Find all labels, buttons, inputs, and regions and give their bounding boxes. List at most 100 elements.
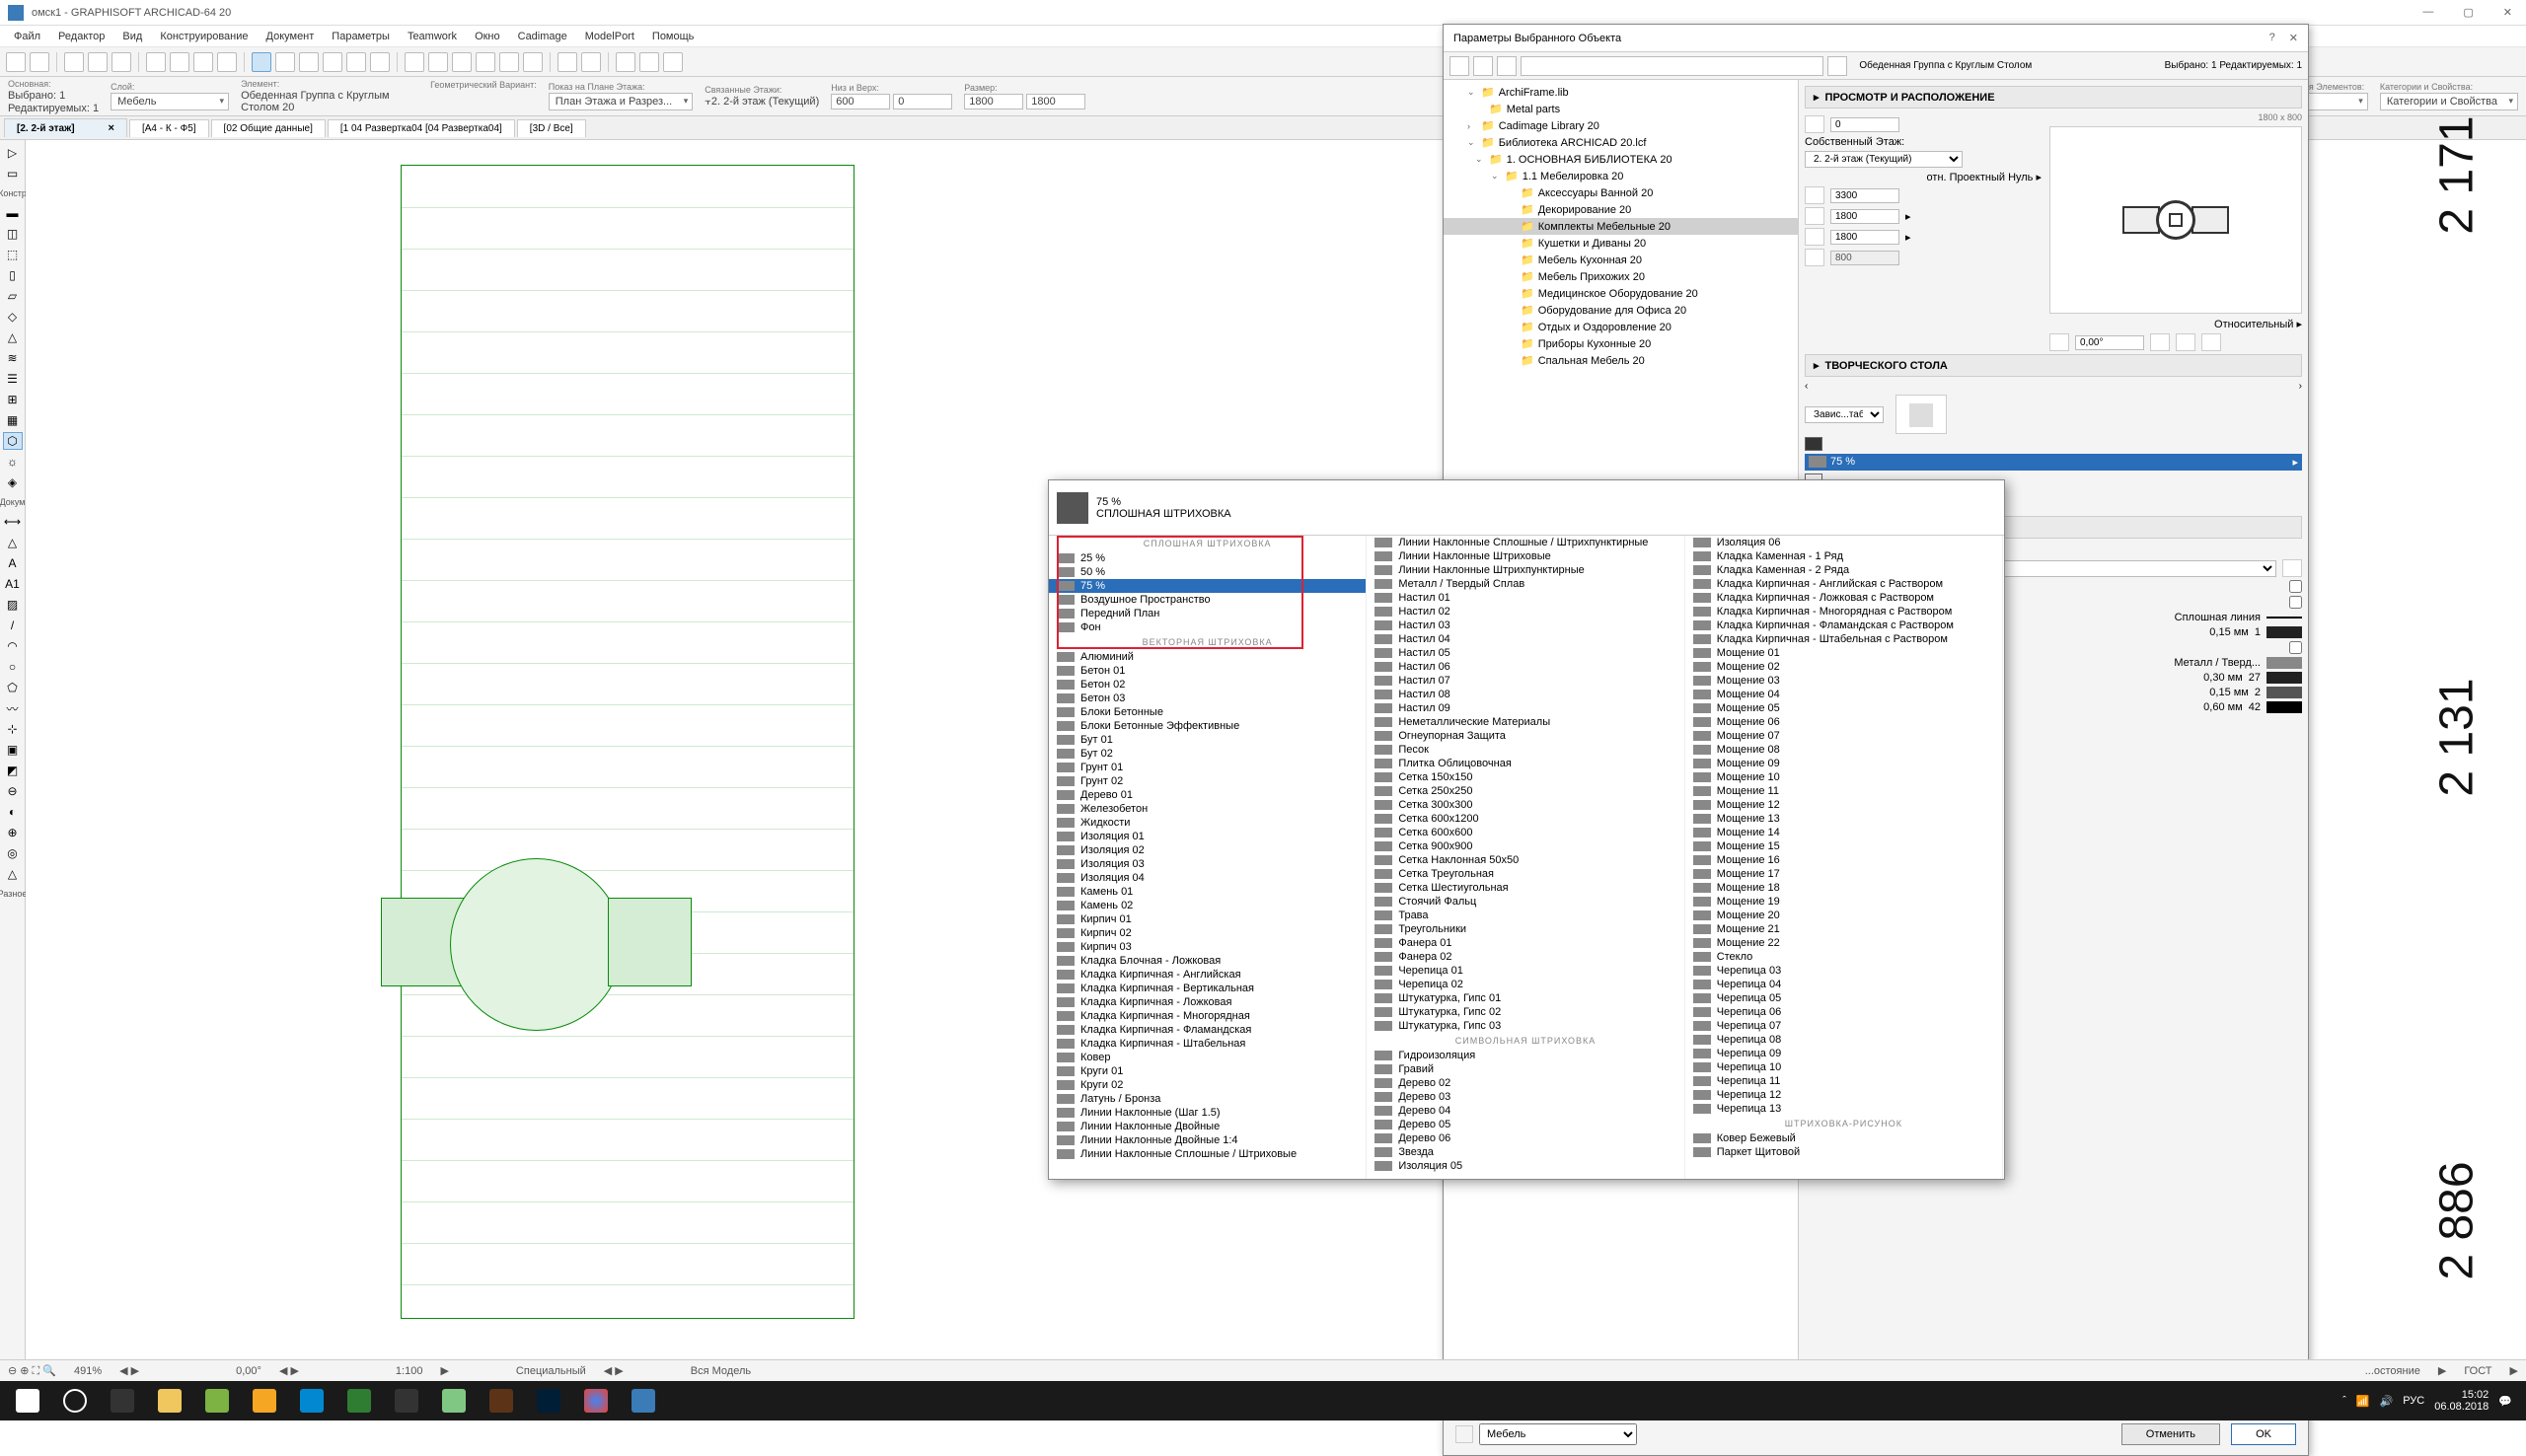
- hatch-sw1[interactable]: [1805, 437, 1822, 451]
- tool-b5[interactable]: [370, 52, 390, 72]
- hatch-item[interactable]: Мощение 17: [1685, 867, 2002, 881]
- hatch-item[interactable]: Изоляция 03: [1049, 857, 1366, 871]
- tool-elev[interactable]: ◐: [3, 803, 23, 821]
- hatch-item[interactable]: Мощение 13: [1685, 812, 2002, 826]
- prop-icon-xy[interactable]: [1805, 115, 1824, 133]
- hatch-item[interactable]: Дерево 02: [1367, 1076, 1683, 1090]
- tool-fill[interactable]: ▨: [3, 596, 23, 614]
- hatch-item[interactable]: Треугольники: [1367, 922, 1683, 936]
- prop-z[interactable]: [1830, 117, 1899, 132]
- tool-slab[interactable]: ◇: [3, 308, 23, 326]
- dialog-help[interactable]: ?: [2269, 32, 2275, 44]
- tool-beam[interactable]: ▱: [3, 287, 23, 305]
- hatch-item[interactable]: Настил 04: [1367, 632, 1683, 646]
- hatch-item[interactable]: Черепица 08: [1685, 1033, 2002, 1047]
- hatch-item[interactable]: Сетка 600x1200: [1367, 812, 1683, 826]
- hatch-item[interactable]: Черепица 04: [1685, 978, 2002, 991]
- hatch-item[interactable]: Камень 01: [1049, 885, 1366, 899]
- chk3[interactable]: [2289, 641, 2302, 654]
- hatch-item[interactable]: Паркет Щитовой: [1685, 1145, 2002, 1159]
- menu-Вид[interactable]: Вид: [114, 29, 150, 44]
- maximize-button[interactable]: ▢: [2457, 4, 2479, 21]
- hatch-item[interactable]: Кладка Кирпичная - Английская: [1049, 968, 1366, 982]
- task-app2[interactable]: [243, 1384, 286, 1418]
- tool-e3[interactable]: [663, 52, 683, 72]
- hatch-item[interactable]: Кладка Кирпичная - Вертикальная: [1049, 982, 1366, 995]
- hatch-item[interactable]: Кладка Блочная - Ложковая: [1049, 954, 1366, 968]
- hatch-item[interactable]: Сетка 150x150: [1367, 770, 1683, 784]
- tool-line[interactable]: /: [3, 617, 23, 634]
- hatch-item[interactable]: Мощение 09: [1685, 757, 2002, 770]
- doc-tab[interactable]: [3D / Все]: [517, 119, 586, 137]
- hatch-item[interactable]: Стоячий Фальц: [1367, 895, 1683, 909]
- hatch-item[interactable]: Мощение 03: [1685, 674, 2002, 688]
- close-button[interactable]: ✕: [2497, 4, 2518, 21]
- hatch-item[interactable]: Линии Наклонные Двойные: [1049, 1120, 1366, 1133]
- hatch-item[interactable]: Штукатурка, Гипс 02: [1367, 1005, 1683, 1019]
- hatch-item[interactable]: Линии Наклонные Сплошные / Штриховые: [1049, 1147, 1366, 1161]
- hatch-item[interactable]: Мощение 16: [1685, 853, 2002, 867]
- own-btn[interactable]: [2282, 559, 2302, 577]
- tool-c4[interactable]: [476, 52, 495, 72]
- cancel-button[interactable]: Отменить: [2121, 1423, 2220, 1445]
- task-cortana[interactable]: [101, 1384, 144, 1418]
- tool-circle[interactable]: ○: [3, 658, 23, 676]
- prop-d[interactable]: [1830, 230, 1899, 245]
- hatch-item[interactable]: Кладка Кирпичная - Ложковая с Раствором: [1685, 591, 2002, 605]
- hatch-item[interactable]: Дерево 06: [1367, 1131, 1683, 1145]
- hatch-item[interactable]: Настил 09: [1367, 701, 1683, 715]
- hatch-item[interactable]: Мощение 21: [1685, 922, 2002, 936]
- prop-angle[interactable]: [2075, 335, 2144, 350]
- hatch-item[interactable]: Кладка Кирпичная - Фламандская с Раствор…: [1685, 619, 2002, 632]
- hatch-item[interactable]: Линии Наклонные Сплошные / Штрихпунктирн…: [1367, 536, 1683, 549]
- hatch-item[interactable]: Алюминий: [1049, 650, 1366, 664]
- tray-up[interactable]: ˆ: [2342, 1395, 2346, 1407]
- hatch-item[interactable]: Настил 01: [1367, 591, 1683, 605]
- task-archicad[interactable]: [622, 1384, 665, 1418]
- chk2[interactable]: [2289, 596, 2302, 609]
- tool-stair[interactable]: ☰: [3, 370, 23, 388]
- task-explorer[interactable]: [148, 1384, 191, 1418]
- hatch-item[interactable]: Блоки Бетонные: [1049, 705, 1366, 719]
- zoom-icons[interactable]: ⊖ ⊕ ⛶ 🔍: [8, 1364, 56, 1378]
- hatch-item[interactable]: Звезда: [1367, 1145, 1683, 1159]
- hatch-item[interactable]: Дерево 03: [1367, 1090, 1683, 1104]
- hatch-item[interactable]: Сетка 900x900: [1367, 839, 1683, 853]
- status-model[interactable]: Вся Модель: [691, 1365, 751, 1377]
- hatch-item[interactable]: Фанера 02: [1367, 950, 1683, 964]
- tool-b3[interactable]: [323, 52, 342, 72]
- hatch-item[interactable]: Черепица 13: [1685, 1102, 2002, 1116]
- chair-right[interactable]: [608, 898, 692, 986]
- hatch-item[interactable]: Мощение 22: [1685, 936, 2002, 950]
- hatch-item[interactable]: Кладка Кирпичная - Ложковая: [1049, 995, 1366, 1009]
- tool-hotspot[interactable]: ⊹: [3, 720, 23, 738]
- hatch-item[interactable]: Дерево 01: [1049, 788, 1366, 802]
- task-chrome[interactable]: [574, 1384, 618, 1418]
- hatch-item[interactable]: Фанера 01: [1367, 936, 1683, 950]
- menu-Редактор[interactable]: Редактор: [50, 29, 112, 44]
- task-ps[interactable]: [527, 1384, 570, 1418]
- hatch-item[interactable]: Изоляция 01: [1049, 830, 1366, 843]
- chk1[interactable]: [2289, 580, 2302, 593]
- hatch-item[interactable]: Настил 08: [1367, 688, 1683, 701]
- tool-roof[interactable]: △: [3, 328, 23, 346]
- round-table[interactable]: [450, 858, 623, 1031]
- hatch-item[interactable]: 25 %: [1049, 551, 1366, 565]
- prop-w[interactable]: [1830, 209, 1899, 224]
- tool-shell[interactable]: ≋: [3, 349, 23, 367]
- tool-chg[interactable]: △: [3, 865, 23, 883]
- tree-node[interactable]: 📁Аксессуары Ванной 20: [1444, 184, 1798, 201]
- tree-node[interactable]: 📁Комплекты Мебельные 20: [1444, 218, 1798, 235]
- menu-Cadimage[interactable]: Cadimage: [510, 29, 575, 44]
- hatch-item[interactable]: Сетка 600x600: [1367, 826, 1683, 839]
- d-icon-gear[interactable]: [1827, 56, 1847, 76]
- dialog-close[interactable]: ✕: [2289, 32, 2298, 44]
- tool-snap1[interactable]: [146, 52, 166, 72]
- ok-button[interactable]: OK: [2231, 1423, 2296, 1445]
- hatch-item[interactable]: Дерево 05: [1367, 1118, 1683, 1131]
- hatch-item[interactable]: Настил 03: [1367, 619, 1683, 632]
- tool-e2[interactable]: [639, 52, 659, 72]
- tray-vol[interactable]: 🔊: [2380, 1395, 2394, 1408]
- hatch-item[interactable]: Черепица 03: [1685, 964, 2002, 978]
- hatch-item[interactable]: Линии Наклонные Штрихпунктирные: [1367, 563, 1683, 577]
